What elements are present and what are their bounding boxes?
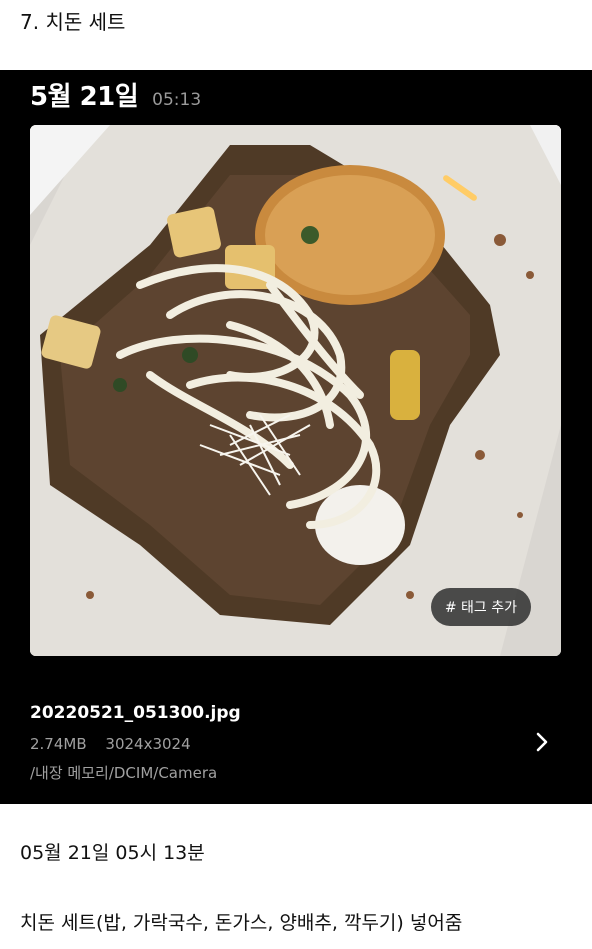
file-size: 2.74MB xyxy=(30,735,87,753)
add-tag-label: # 태그 추가 xyxy=(444,600,517,616)
note-timestamp: 05월 21일 05시 13분 xyxy=(20,842,205,864)
note-description: 치돈 세트(밥, 가락국수, 돈가스, 양배추, 깍두기) 넣어줌 xyxy=(20,912,463,934)
file-name: 20220521_051300.jpg xyxy=(30,703,241,723)
file-path: /내장 메모리/DCIM/Camera xyxy=(30,764,218,782)
add-tag-button[interactable]: # 태그 추가 xyxy=(430,588,531,626)
photo-card: 5월 21일 05:13 # 태그 추가 20220521_051300.jpg… xyxy=(0,70,592,804)
food-photo[interactable]: # 태그 추가 xyxy=(30,125,561,656)
date-row: 5월 21일 05:13 xyxy=(30,76,201,113)
food-photo-illustration xyxy=(30,125,561,656)
file-meta: 2.74MB 3024x3024 xyxy=(30,735,191,753)
section-title: 7. 치돈 세트 xyxy=(20,10,126,34)
photo-date: 5월 21일 xyxy=(30,82,139,112)
file-resolution: 3024x3024 xyxy=(105,735,191,753)
photo-time: 05:13 xyxy=(152,90,202,110)
chevron-right-icon[interactable] xyxy=(532,730,552,754)
